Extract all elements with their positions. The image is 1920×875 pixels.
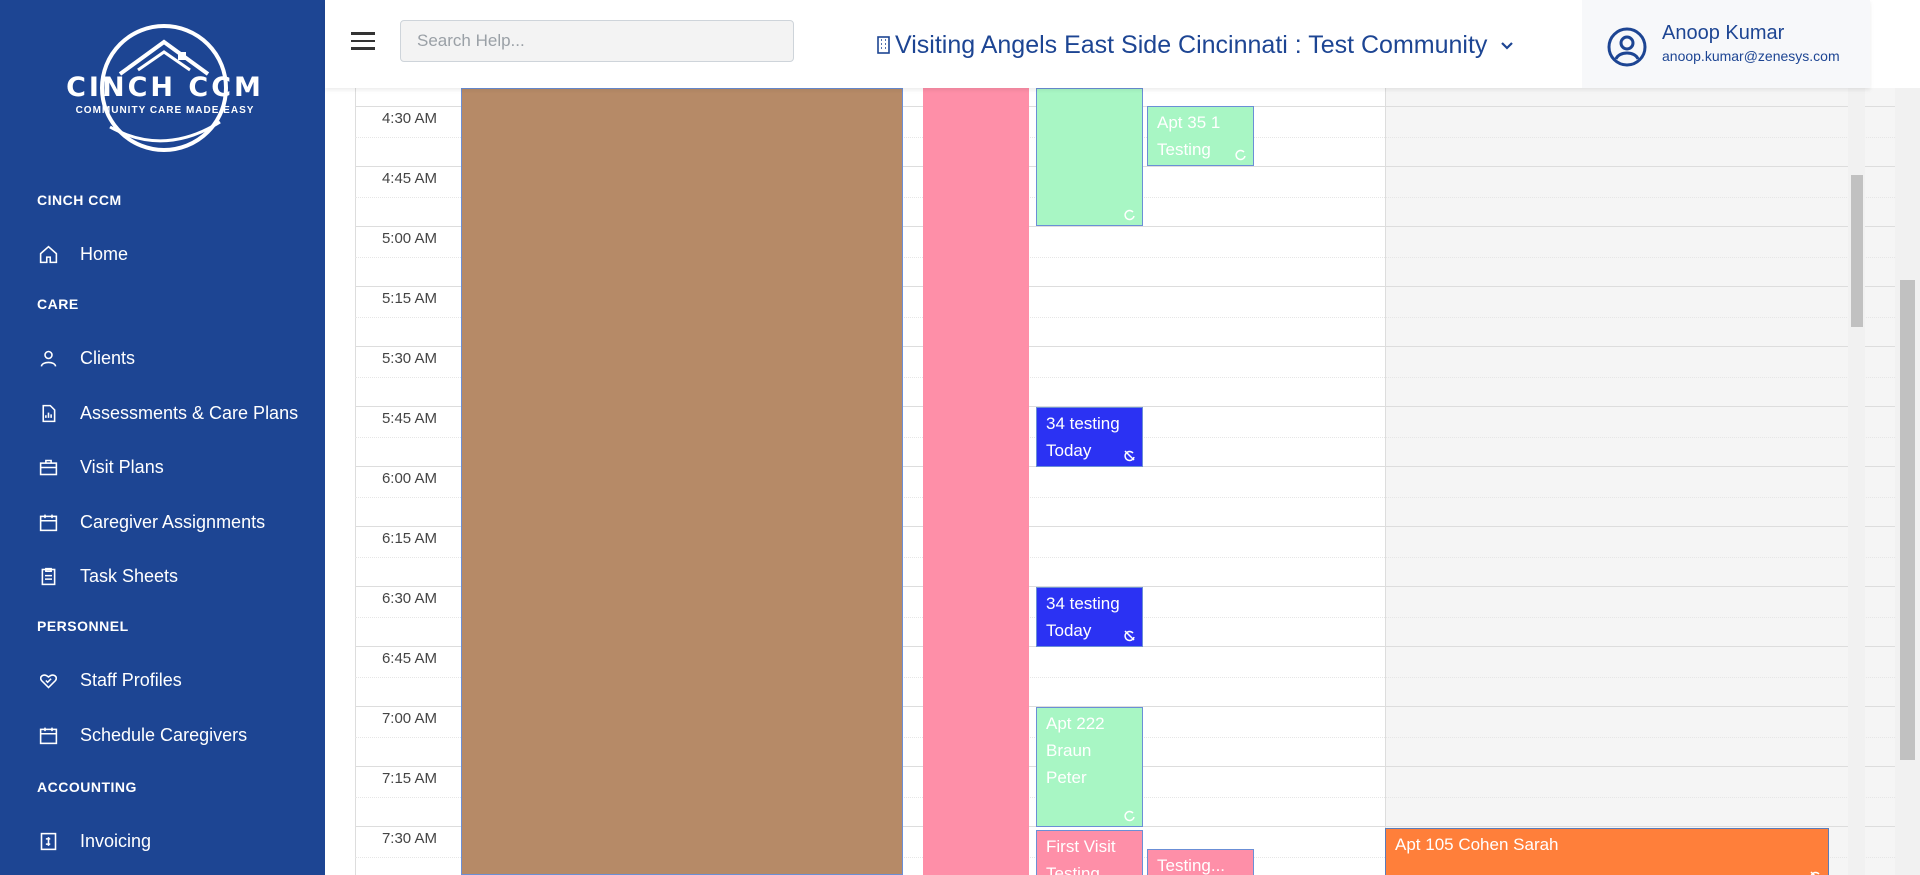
user-name: Anoop Kumar (1662, 22, 1785, 44)
event-apt-105[interactable]: Apt 105 Cohen Sarah (1385, 828, 1829, 875)
event-line2: Testing (1046, 864, 1100, 875)
event-line1: Testing... (1157, 856, 1226, 875)
time-slot-label: 6:45 AM (381, 650, 437, 667)
cinch-logo[interactable]: CINCH CCM COMMUNITY CARE MADE EASY (60, 22, 270, 154)
clipboard-icon (37, 565, 59, 587)
sidebar: CINCH CCM COMMUNITY CARE MADE EASY CINCH… (0, 0, 325, 875)
event-line2: Testing (1157, 140, 1211, 159)
sidebar-item-caregiver-assignments[interactable]: Caregiver Assignments (37, 508, 265, 536)
sidebar-item-label: Home (80, 243, 129, 264)
recurring-icon (1124, 810, 1135, 822)
sidebar-item-label: Caregiver Assignments (80, 511, 266, 532)
user-avatar-icon (1607, 27, 1647, 67)
top-header: Visiting Angels East Side Cincinnati : T… (325, 0, 1870, 88)
time-slot-label: 5:00 AM (381, 230, 437, 247)
section-label-care: CARE (37, 296, 79, 312)
time-slot-label: 6:00 AM (381, 470, 437, 487)
logo-name: CINCH CCM (66, 72, 264, 103)
event-line1: First Visit (1046, 837, 1116, 856)
home-icon (37, 243, 59, 265)
section-label-personnel: PERSONNEL (37, 618, 129, 634)
recurring-off-icon (1124, 450, 1135, 462)
community-name: Visiting Angels East Side Cincinnati : T… (895, 30, 1488, 59)
event-block-brown[interactable] (461, 88, 903, 875)
invoice-icon (37, 830, 59, 852)
recurring-off-icon (1124, 630, 1135, 642)
sidebar-item-visit-plans[interactable]: Visit Plans (37, 453, 164, 481)
event-apt-222[interactable]: Apt 222 Braun Peter (1036, 707, 1143, 827)
time-slot-label: 4:45 AM (381, 170, 437, 187)
event-testing[interactable]: Testing... (1147, 849, 1254, 875)
event-line2: Today (1046, 621, 1092, 640)
sidebar-item-assessments[interactable]: Assessments & Care Plans (37, 399, 298, 427)
briefcase-icon (37, 456, 59, 478)
sidebar-item-staff-profiles[interactable]: Staff Profiles (37, 666, 182, 694)
time-slot-label: 7:00 AM (381, 710, 437, 727)
heart-hand-icon (37, 669, 59, 691)
sidebar-item-label: Staff Profiles (80, 669, 182, 690)
app-root: CINCH CCM COMMUNITY CARE MADE EASY CINCH… (0, 0, 1920, 875)
time-slot-label: 6:15 AM (381, 530, 437, 547)
sidebar-item-task-sheets[interactable]: Task Sheets (37, 562, 178, 590)
calendar-scroll-thumb[interactable] (1851, 175, 1863, 327)
menu-toggle-icon[interactable] (351, 32, 375, 54)
sidebar-item-label: Schedule Caregivers (80, 724, 248, 745)
chevron-down-icon (1501, 42, 1514, 50)
event-line1: Apt 35 1 (1157, 113, 1221, 132)
calendar-icon (37, 724, 59, 746)
event-line1: 34 testing (1046, 594, 1120, 613)
section-label-accounting: ACCOUNTING (37, 779, 137, 795)
event-first-visit[interactable]: First Visit Testing (1036, 830, 1143, 875)
event-block-pink[interactable] (923, 88, 1029, 875)
sidebar-item-clients[interactable]: Clients (37, 344, 135, 372)
sidebar-item-schedule-caregivers[interactable]: Schedule Caregivers (37, 721, 247, 749)
event-apt-35[interactable]: Apt 35 1 Testing (1147, 106, 1254, 166)
calendar-icon (37, 511, 59, 533)
time-slot-label: 5:45 AM (381, 410, 437, 427)
sidebar-item-invoicing[interactable]: Invoicing (37, 827, 151, 855)
user-icon (37, 347, 59, 369)
sidebar-item-label: Task Sheets (80, 565, 179, 586)
event-line2: Today (1046, 441, 1092, 460)
recurring-off-icon (1810, 871, 1820, 875)
event-line1: Apt 105 Cohen Sarah (1395, 835, 1559, 854)
event-line1: 34 testing (1046, 414, 1120, 433)
event-block-green-top[interactable] (1036, 88, 1143, 226)
section-label-cinch-ccm: CINCH CCM (37, 192, 122, 208)
time-slot-label: 7:15 AM (381, 770, 437, 787)
building-icon (877, 36, 890, 54)
sidebar-item-label: Visit Plans (80, 456, 164, 477)
page-scroll-thumb[interactable] (1900, 280, 1915, 760)
document-chart-icon (37, 402, 59, 424)
sidebar-item-label: Clients (80, 347, 136, 368)
sidebar-item-home[interactable]: Home (37, 240, 128, 268)
recurring-icon (1235, 149, 1246, 161)
event-line2: Braun Peter (1046, 741, 1092, 787)
user-menu[interactable]: Anoop Kumar anoop.kumar@zenesys.com (1582, 0, 1870, 88)
sidebar-item-label: Invoicing (80, 830, 152, 851)
time-slot-label: 5:15 AM (381, 290, 437, 307)
event-34-testing[interactable]: 34 testing Today (1036, 587, 1143, 647)
community-selector[interactable]: Visiting Angels East Side Cincinnati : T… (876, 28, 1515, 62)
logo-tagline: COMMUNITY CARE MADE EASY (75, 105, 255, 116)
time-slot-label: 7:30 AM (381, 830, 437, 847)
schedule-calendar: 4:30 AM 4:45 AM 5:00 AM 5:15 AM 5:30 AM 5:45 … (325, 88, 1895, 875)
time-slot-label: 6:30 AM (381, 590, 437, 607)
sidebar-item-label: Assessments & Care Plans (80, 402, 299, 423)
time-slot-label: 5:30 AM (381, 350, 437, 367)
time-slot-label: 4:30 AM (381, 110, 437, 127)
recurring-icon (1124, 209, 1135, 221)
event-line1: Apt 222 (1046, 714, 1105, 733)
event-34-testing[interactable]: 34 testing Today (1036, 407, 1143, 467)
search-input[interactable] (400, 20, 794, 62)
user-email: anoop.kumar@zenesys.com (1662, 48, 1840, 64)
